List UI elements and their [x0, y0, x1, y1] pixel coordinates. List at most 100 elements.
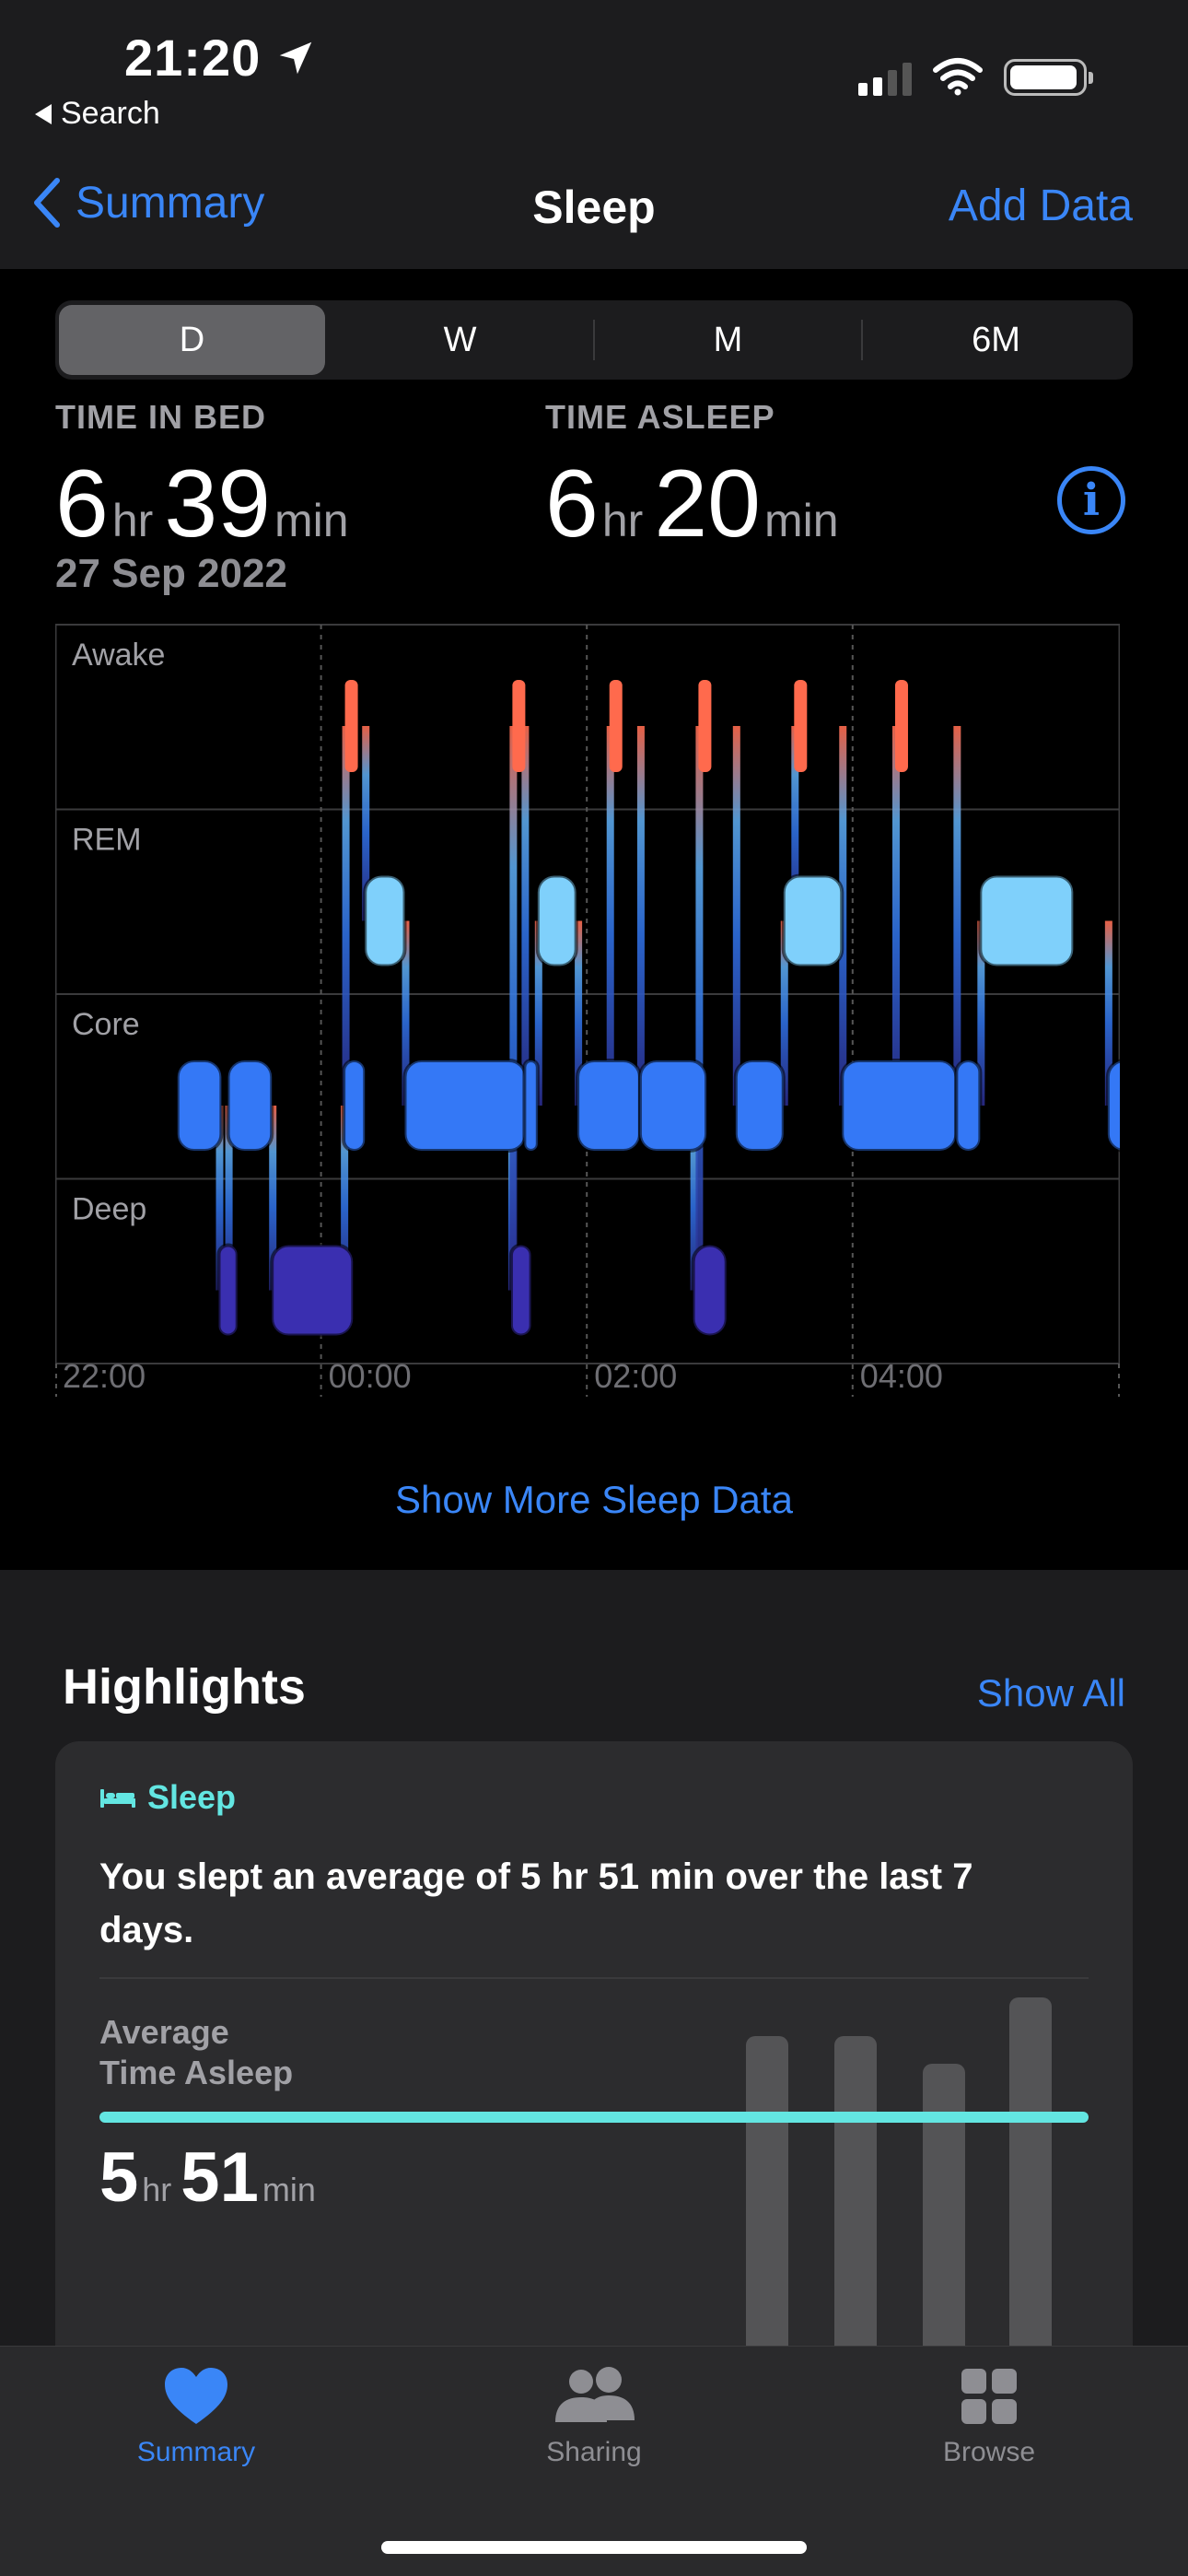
awake-segment: [894, 680, 908, 772]
tab-summary-label: Summary: [136, 2437, 256, 2467]
people-icon: [555, 2367, 635, 2422]
tab-browse-label: Browse: [942, 2437, 1036, 2467]
stage-transition: [732, 726, 740, 1106]
rem-segment: [363, 873, 407, 968]
unit-hr: hr: [601, 495, 644, 546]
time-in-bed-hours: 6: [55, 451, 109, 557]
core-segment: [175, 1059, 224, 1153]
add-data-button[interactable]: Add Data: [949, 181, 1133, 231]
average-value: 5 hr 51 min: [99, 2137, 325, 2218]
core-segment: [1105, 1059, 1120, 1153]
stage-transition: [509, 726, 518, 1291]
average-line: [99, 2112, 1089, 2123]
average-label-line1: Average: [99, 2013, 229, 2051]
stage-label: Core: [72, 1007, 140, 1042]
sleep-stages-chart: Awake REM Core Deep 22:00 00:00 02:00 04:00: [55, 624, 1120, 1397]
awake-segment: [344, 680, 358, 772]
time-tick-label: 02:00: [594, 1357, 677, 1395]
time-tick-label: 04:00: [860, 1357, 943, 1395]
grid-icon: [961, 2369, 1017, 2424]
card-summary-text: You slept an average of 5 hr 51 min over…: [99, 1856, 973, 1950]
deep-segment: [270, 1243, 355, 1338]
tab-sharing-label: Sharing: [546, 2437, 642, 2467]
deep-segment: [508, 1243, 533, 1338]
deep-segment: [691, 1243, 728, 1338]
tab-summary[interactable]: Summary: [76, 2367, 316, 2468]
highlights-title: Highlights: [63, 1659, 306, 1715]
stage-label: Awake: [72, 638, 165, 673]
stage-transition: [891, 726, 900, 1106]
unit-hr: hr: [111, 495, 154, 546]
time-asleep-hours: 6: [545, 451, 599, 557]
core-segment: [402, 1059, 528, 1153]
bed-icon: [100, 1789, 135, 1808]
status-time: 21:20: [124, 29, 262, 87]
stage-label: REM: [72, 823, 142, 858]
segment-6-months[interactable]: 6M: [863, 305, 1129, 375]
core-segment: [576, 1059, 642, 1153]
core-segment: [342, 1059, 367, 1153]
chevron-left-icon: [34, 178, 60, 228]
stage-transition: [695, 726, 704, 1291]
card-category-label: Sleep: [147, 1778, 237, 1816]
core-segment: [637, 1059, 709, 1153]
back-to-search[interactable]: Search: [35, 96, 160, 132]
tab-browse[interactable]: Browse: [869, 2367, 1109, 2468]
rem-segment: [781, 873, 844, 968]
heart-icon: [165, 2368, 227, 2424]
segment-day[interactable]: D: [59, 305, 325, 375]
core-segment: [226, 1059, 274, 1153]
card-category: Sleep: [99, 1778, 236, 1817]
wifi-icon: [933, 58, 983, 96]
average-label-line2: Time Asleep: [99, 2054, 294, 2091]
show-all-button[interactable]: Show All: [977, 1671, 1125, 1715]
stage-transition: [636, 726, 645, 1106]
unit-min: min: [274, 495, 349, 546]
time-in-bed-label: TIME IN BED: [55, 398, 267, 436]
time-in-bed-value: 6 hr 39 min: [55, 450, 360, 559]
time-asleep-value: 6 hr 20 min: [545, 450, 850, 559]
average-label: Average Time Asleep: [99, 2012, 376, 2093]
location-arrow-icon: [279, 41, 312, 75]
core-segment: [954, 1059, 983, 1153]
stage-transition: [606, 726, 614, 1106]
range-segmented-control: D W M 6M: [55, 300, 1133, 380]
stage-transition: [953, 726, 961, 1106]
stage-transition: [342, 726, 350, 1106]
awake-segment: [698, 680, 712, 772]
time-asleep-label: TIME ASLEEP: [545, 398, 775, 436]
deep-segment: [216, 1243, 239, 1338]
info-icon[interactable]: i: [1057, 466, 1125, 534]
unit-min: min: [262, 2171, 316, 2208]
time-tick-label: 22:00: [63, 1357, 146, 1395]
unit-hr: hr: [142, 2171, 172, 2208]
segment-week[interactable]: W: [327, 305, 593, 375]
awake-segment: [609, 680, 623, 772]
show-more-sleep-data-button[interactable]: Show More Sleep Data: [0, 1478, 1188, 1522]
back-button[interactable]: Summary: [31, 177, 264, 228]
back-triangle-icon: [35, 103, 52, 124]
core-segment: [733, 1059, 786, 1153]
tab-sharing[interactable]: Sharing: [474, 2367, 714, 2468]
core-segment: [522, 1059, 540, 1153]
status-icons: [858, 57, 1093, 96]
back-label: Summary: [76, 178, 265, 228]
battery-icon: [1004, 59, 1093, 96]
back-app-label: Search: [61, 96, 160, 131]
segment-month[interactable]: M: [595, 305, 861, 375]
time-in-bed-minutes: 39: [164, 451, 271, 557]
rem-segment: [535, 873, 578, 968]
unit-min: min: [764, 495, 839, 546]
awake-segment: [794, 680, 808, 772]
stage-transition: [521, 726, 530, 1106]
sleep-date: 27 Sep 2022: [55, 551, 287, 596]
time-tick-label: 00:00: [329, 1357, 412, 1395]
average-minutes: 51: [181, 2138, 259, 2217]
cellular-signal-icon: [858, 63, 912, 96]
time-asleep-minutes: 20: [654, 451, 761, 557]
rem-segment: [978, 873, 1076, 968]
awake-segment: [512, 680, 526, 772]
core-segment: [840, 1059, 959, 1153]
average-hours: 5: [99, 2138, 139, 2217]
home-indicator: [381, 2541, 807, 2554]
